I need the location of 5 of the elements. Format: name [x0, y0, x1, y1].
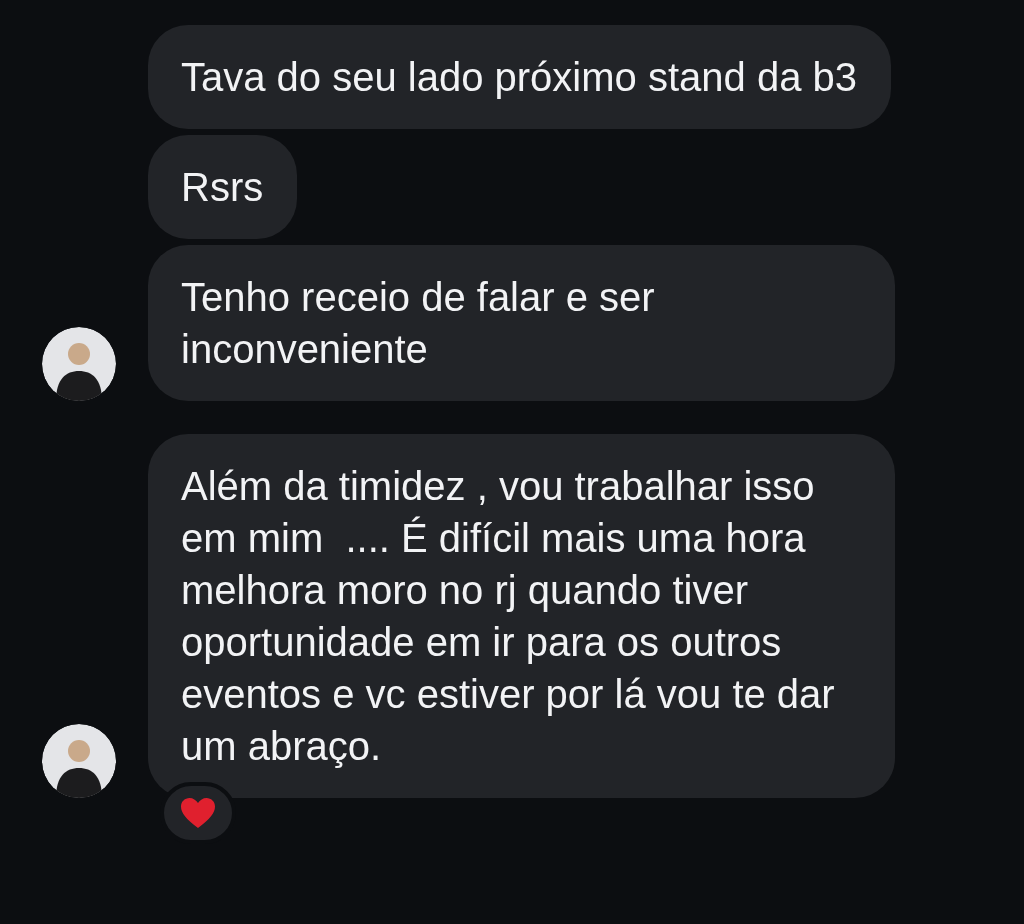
message-bubble: Tava do seu lado próximo stand da b3: [148, 25, 891, 129]
message-bubble: Além da timidez , vou trabalhar isso em mim .... É difícil mais uma hora melhora moro no rj quando tiver oportunidade em ir para os outros eventos e vc estiver por lá vou te dar um abraço.: [148, 434, 895, 798]
heart-icon: [180, 797, 216, 829]
message-bubble: Rsrs: [148, 135, 298, 239]
message-bubble: Tenho receio de falar e ser inconveniente: [148, 245, 895, 401]
